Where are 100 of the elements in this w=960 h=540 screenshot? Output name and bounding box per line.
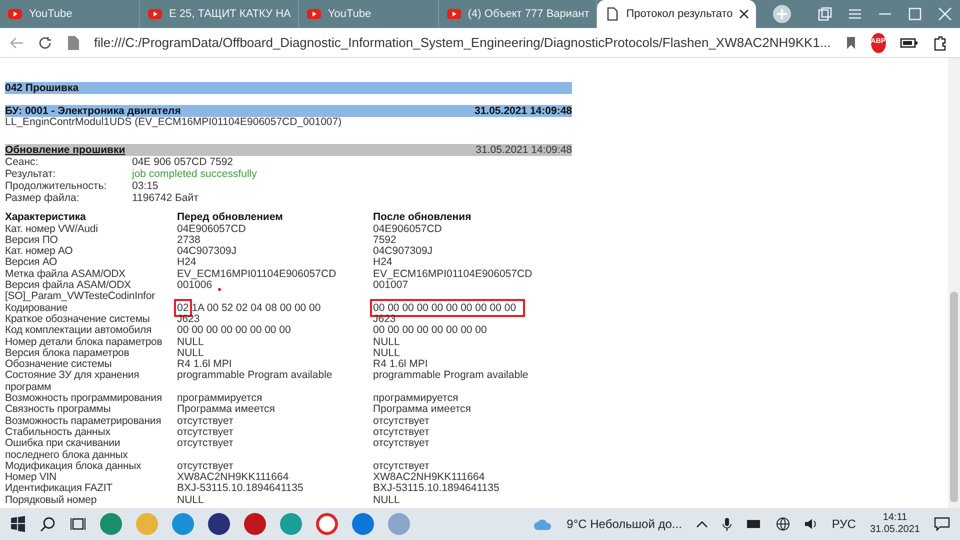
table-cell: программируется: [373, 392, 458, 404]
address-field[interactable]: file:///C:/ProgramData/Offboard_Diagnostic_Information_System_Engineering/DiagnosticProtocols/Flashen_XW8AC2NH9KK1...: [94, 32, 831, 52]
globe-icon[interactable]: [776, 517, 790, 531]
bookmark-icon[interactable]: [844, 36, 857, 50]
table-cell: 00 00 00 00 00 00 00 00: [373, 324, 487, 336]
table-cell: отсутствует: [373, 426, 430, 438]
table-cell: R4 1.6l MPI: [177, 358, 232, 370]
table-cell: отсутствует: [177, 414, 234, 427]
annotation-dot: [218, 288, 222, 292]
browser-tab[interactable]: E 25, ТАЩИТ КАТКУ НА: [140, 0, 299, 28]
task-view-icon[interactable]: [70, 516, 86, 532]
speaker-icon[interactable]: [804, 517, 818, 531]
field-value: 04E 906 057CD 7592: [132, 156, 233, 168]
table-cell: XW8AC2NH9KK111664: [177, 471, 289, 484]
table-cell: 1A 00 52 02 04 08 00 00 00: [192, 302, 321, 314]
field-label: Размер файла:: [5, 192, 80, 204]
video-icon: [147, 6, 163, 22]
section-title: 042 Прошивка: [5, 82, 572, 94]
clock-date[interactable]: 31.05.2021: [870, 524, 920, 536]
search-icon[interactable]: [40, 516, 56, 532]
table-cell: Возможность программирования: [5, 392, 162, 404]
reload-icon[interactable]: [38, 36, 52, 50]
video-icon: [306, 6, 322, 22]
table-cell: Метка файла ASAM/ODX: [5, 268, 126, 280]
field-label: Сеанс:: [5, 156, 40, 168]
table-cell: NULL: [373, 336, 400, 348]
browser-tab[interactable]: YouTube: [0, 0, 140, 28]
video-icon: [446, 6, 462, 22]
table-cell: Номер VIN: [5, 471, 56, 484]
maximize-icon[interactable]: [908, 7, 922, 21]
windows-start-icon[interactable]: [10, 516, 26, 532]
menu-icon[interactable]: [848, 7, 862, 21]
table-cell: Краткое обозначение системы: [5, 312, 150, 325]
circle-app-icon[interactable]: [208, 513, 230, 535]
browser-tab[interactable]: YouTube: [298, 0, 439, 28]
table-cell: программируется: [177, 392, 262, 404]
column-header: После обновления: [373, 212, 472, 224]
column-header: Перед обновлением: [177, 212, 284, 224]
table-cell: отсутствует: [177, 437, 234, 450]
table-cell: EV_ECM16MPI01104E906057CD: [177, 268, 336, 280]
unit-title: БУ: 0001 - Электроника двигателя: [5, 105, 181, 117]
table-cell: H24: [177, 256, 196, 268]
table-cell: 001007: [373, 279, 408, 292]
table-cell: Версия блока параметров: [5, 346, 130, 359]
table-cell: 2738: [177, 234, 200, 246]
table-cell: Обозначение системы: [5, 358, 112, 370]
field-value: job completed successfully: [132, 168, 257, 180]
table-cell: NULL: [373, 346, 400, 359]
table-cell: отсутствует: [177, 460, 234, 472]
browser-tab[interactable]: Протокол результато: [597, 0, 756, 28]
table-cell: [SO]_Param_VWTesteCodinInfor: [5, 290, 155, 302]
chevron-up-icon[interactable]: [696, 520, 708, 528]
extensions-icon[interactable]: [932, 34, 948, 50]
scrollbar-thumb[interactable]: [950, 292, 958, 502]
table-cell: programmable Program available: [177, 369, 332, 382]
table-cell: Версия файла ASAM/ODX: [5, 279, 131, 292]
table-cell: Связность программы: [5, 403, 111, 416]
battery-icon[interactable]: [900, 36, 918, 48]
table-cell: H24: [373, 256, 392, 268]
update-title: Обновление прошивки: [5, 144, 126, 156]
table-cell: 04E906057CD: [373, 222, 442, 235]
battery-icon[interactable]: [746, 519, 762, 529]
collections-icon[interactable]: [818, 7, 832, 21]
circle-app-icon[interactable]: [244, 513, 266, 535]
table-cell: BXJ-53115.10.1894641135: [373, 482, 500, 494]
close-icon[interactable]: [738, 9, 749, 19]
table-cell: отсутствует: [177, 426, 234, 438]
microphone-icon[interactable]: [722, 517, 732, 531]
table-cell: 001006: [177, 279, 212, 292]
table-cell: NULL: [177, 494, 204, 506]
notifications-icon[interactable]: [934, 517, 950, 531]
shield-app-icon[interactable]: [280, 513, 302, 535]
column-header: Характеристика: [5, 212, 87, 224]
table-cell: отсутствует: [373, 460, 430, 472]
table-cell: Идентификация FAZIT: [5, 482, 112, 494]
table-cell: NULL: [177, 336, 204, 348]
table-cell: Версия АО: [5, 256, 57, 268]
table-cell: programmable Program available: [373, 369, 528, 382]
unit-subtitle: LL_EnginContrModul1UDS (EV_ECM16MPI01104E906057CD_001007): [5, 117, 343, 128]
table-cell: Порядковый номер: [5, 494, 97, 506]
table-cell: 04C907309J: [177, 245, 237, 258]
field-label: Результат:: [5, 168, 57, 180]
table-cell: 04E906057CD: [177, 222, 246, 235]
table-cell: 00 00 00 00 00 00 00 00: [177, 324, 291, 336]
table-cell: Модификация блока данных: [5, 460, 142, 472]
table-cell: BXJ-53115.10.1894641135: [177, 482, 304, 494]
table-cell: отсутствует: [373, 437, 430, 450]
clock-time[interactable]: 14:11: [870, 512, 920, 524]
weather-text[interactable]: 9°C Небольшой до...: [566, 515, 682, 533]
table-cell: Программа имеется: [373, 403, 471, 416]
table-cell: EV_ECM16MPI01104E906057CD: [373, 268, 532, 280]
table-cell: Кодирование: [5, 302, 68, 314]
table-cell: отсутствует: [373, 414, 430, 427]
new-tab-icon[interactable]: [772, 4, 792, 24]
table-cell: Номер детали блока параметров: [5, 336, 162, 348]
unit-timestamp: 31.05.2021 14:09:48: [474, 105, 572, 117]
table-cell: Кат. номер VW/Audi: [5, 222, 98, 235]
table-cell: Код комплектации автомобиля: [5, 324, 152, 336]
language-indicator[interactable]: РУС: [832, 515, 856, 533]
table-cell: NULL: [177, 346, 204, 359]
